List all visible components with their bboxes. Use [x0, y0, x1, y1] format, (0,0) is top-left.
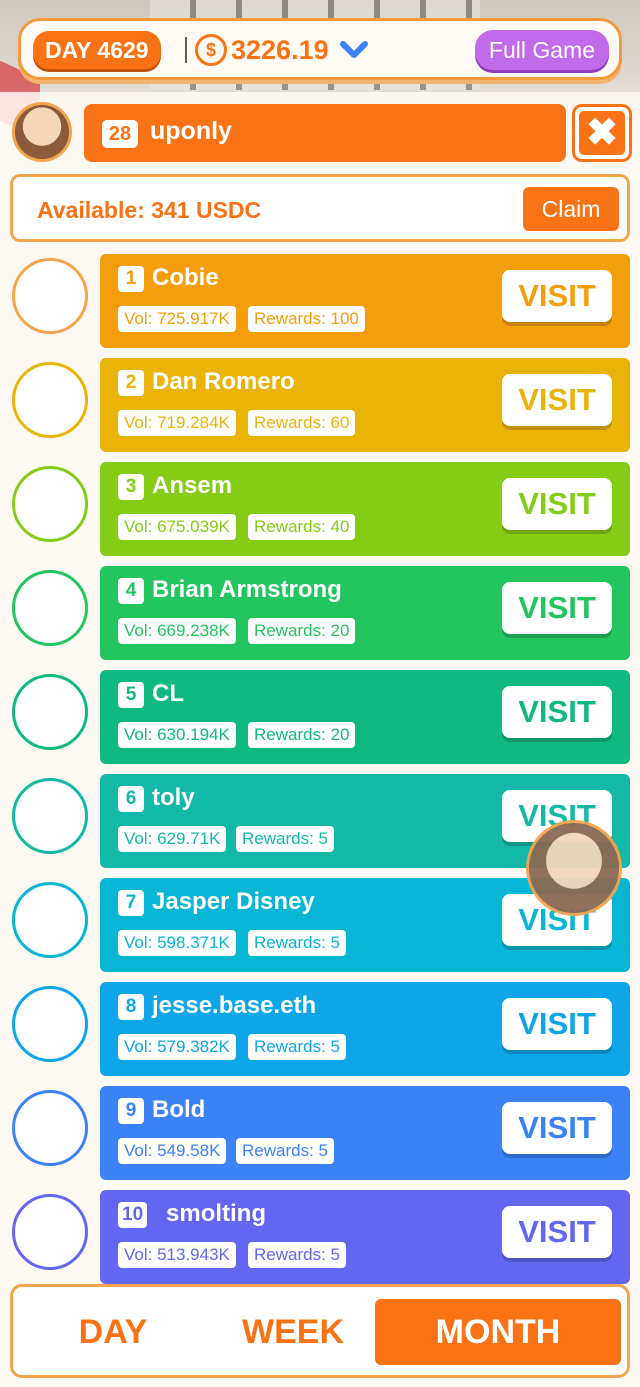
- player-avatar[interactable]: [12, 986, 88, 1062]
- tab-week[interactable]: WEEK: [203, 1299, 383, 1365]
- my-rank-badge: 28: [102, 120, 138, 148]
- volume-chip: Vol: 513.943K: [118, 1242, 236, 1268]
- player-avatar[interactable]: [12, 778, 88, 854]
- rank-badge: 5: [118, 682, 144, 708]
- volume-chip: Vol: 669.238K: [118, 618, 236, 644]
- player-avatar[interactable]: [12, 466, 88, 542]
- volume-chip: Vol: 630.194K: [118, 722, 236, 748]
- leaderboard-row: 10 smolting Vol: 513.943K Rewards: 5 VISIT: [0, 1190, 640, 1286]
- player-avatar[interactable]: [12, 258, 88, 334]
- volume-chip: Vol: 725.917K: [118, 306, 236, 332]
- rewards-chip: Rewards: 20: [248, 722, 356, 748]
- volume-chip: Vol: 719.284K: [118, 410, 236, 436]
- usdc-coin-icon: $: [195, 34, 227, 66]
- leaderboard-row: 4 Brian Armstrong Vol: 669.238K Rewards: 20…: [0, 566, 640, 662]
- visit-button[interactable]: VISIT: [502, 478, 612, 530]
- top-hud: DAY 4629 $ 3226.19 Full Game: [18, 18, 622, 80]
- player-card: 9 Bold Vol: 549.58K Rewards: 5 VISIT: [100, 1086, 630, 1180]
- player-card: 2 Dan Romero Vol: 719.284K Rewards: 60 VISIT: [100, 358, 630, 452]
- rewards-chip: Rewards: 60: [248, 410, 356, 436]
- close-button[interactable]: ✖: [572, 104, 632, 162]
- rank-badge: 1: [118, 266, 144, 292]
- player-name: Cobie: [152, 264, 219, 291]
- volume-chip: Vol: 629.71K: [118, 826, 227, 852]
- rewards-chip: Rewards: 5: [236, 826, 334, 852]
- player-card: 3 Ansem Vol: 675.039K Rewards: 40 VISIT: [100, 462, 630, 556]
- rewards-chip: Rewards: 100: [248, 306, 365, 332]
- balance-value: 3226.19: [231, 35, 329, 65]
- leaderboard-row: 2 Dan Romero Vol: 719.284K Rewards: 60 VISIT: [0, 358, 640, 454]
- player-name: Brian Armstrong: [152, 576, 342, 603]
- rewards-chip: Rewards: 5: [248, 1034, 346, 1060]
- player-name: jesse.base.eth: [152, 992, 317, 1019]
- available-amount: Available: 341 USDC: [37, 197, 262, 223]
- hud-divider: [185, 37, 187, 63]
- player-avatar[interactable]: [12, 882, 88, 958]
- leaderboard-row: 5 CL Vol: 630.194K Rewards: 20 VISIT: [0, 670, 640, 766]
- player-avatar[interactable]: [12, 674, 88, 750]
- visit-button[interactable]: VISIT: [502, 374, 612, 426]
- floating-avatar[interactable]: [526, 820, 622, 916]
- rank-badge: 6: [118, 786, 144, 812]
- leaderboard-row: 8 jesse.base.eth Vol: 579.382K Rewards: 5 VI…: [0, 982, 640, 1078]
- player-avatar[interactable]: [12, 1194, 88, 1270]
- player-card: 10 smolting Vol: 513.943K Rewards: 5 VISIT: [100, 1190, 630, 1284]
- volume-chip: Vol: 549.58K: [118, 1138, 227, 1164]
- visit-button[interactable]: VISIT: [502, 270, 612, 322]
- claim-button[interactable]: Claim: [523, 187, 619, 231]
- rank-badge: 4: [118, 578, 144, 604]
- rank-badge: 9: [118, 1098, 144, 1124]
- my-avatar: [12, 102, 72, 162]
- my-rank-bar: 28 uponly: [84, 104, 566, 162]
- visit-button[interactable]: VISIT: [502, 582, 612, 634]
- player-name: Bold: [152, 1096, 206, 1123]
- player-name: smolting: [166, 1200, 266, 1227]
- visit-button[interactable]: VISIT: [502, 1102, 612, 1154]
- period-tabs: DAY WEEK MONTH: [10, 1284, 630, 1378]
- player-card: 8 jesse.base.eth Vol: 579.382K Rewards: 5 VI…: [100, 982, 630, 1076]
- leaderboard-row: 3 Ansem Vol: 675.039K Rewards: 40 VISIT: [0, 462, 640, 558]
- rewards-chip: Rewards: 40: [248, 514, 356, 540]
- leaderboard-row: 1 Cobie Vol: 725.917K Rewards: 100 VISIT: [0, 254, 640, 350]
- tab-day[interactable]: DAY: [23, 1299, 203, 1365]
- rank-badge: 10: [118, 1202, 148, 1228]
- chevron-down-icon[interactable]: [339, 39, 369, 61]
- player-name: CL: [152, 680, 184, 707]
- player-name: Ansem: [152, 472, 233, 499]
- rank-badge: 2: [118, 370, 144, 396]
- rank-badge: 7: [118, 890, 144, 916]
- rank-badge: 8: [118, 994, 144, 1020]
- visit-button[interactable]: VISIT: [502, 686, 612, 738]
- my-username: uponly: [150, 117, 232, 145]
- volume-chip: Vol: 579.382K: [118, 1034, 236, 1060]
- player-avatar[interactable]: [12, 1090, 88, 1166]
- player-avatar[interactable]: [12, 570, 88, 646]
- available-rewards-box: Available: 341 USDC Claim: [10, 174, 630, 242]
- player-card: 1 Cobie Vol: 725.917K Rewards: 100 VISIT: [100, 254, 630, 348]
- volume-chip: Vol: 675.039K: [118, 514, 236, 540]
- rewards-chip: Rewards: 5: [248, 930, 346, 956]
- player-card: 4 Brian Armstrong Vol: 669.238K Rewards: 20…: [100, 566, 630, 660]
- player-name: Jasper Disney: [152, 888, 315, 915]
- visit-button[interactable]: VISIT: [502, 998, 612, 1050]
- volume-chip: Vol: 598.371K: [118, 930, 236, 956]
- player-card: 5 CL Vol: 630.194K Rewards: 20 VISIT: [100, 670, 630, 764]
- day-counter[interactable]: DAY 4629: [33, 31, 161, 69]
- player-name: toly: [152, 784, 195, 811]
- rank-badge: 3: [118, 474, 144, 500]
- rewards-chip: Rewards: 5: [236, 1138, 334, 1164]
- player-name: Dan Romero: [152, 368, 295, 395]
- tab-month[interactable]: MONTH: [375, 1299, 621, 1365]
- close-icon: ✖: [579, 111, 625, 155]
- rewards-chip: Rewards: 20: [248, 618, 356, 644]
- leaderboard-row: 9 Bold Vol: 549.58K Rewards: 5 VISIT: [0, 1086, 640, 1182]
- rewards-chip: Rewards: 5: [248, 1242, 346, 1268]
- player-avatar[interactable]: [12, 362, 88, 438]
- visit-button[interactable]: VISIT: [502, 1206, 612, 1258]
- full-game-button[interactable]: Full Game: [474, 30, 609, 70]
